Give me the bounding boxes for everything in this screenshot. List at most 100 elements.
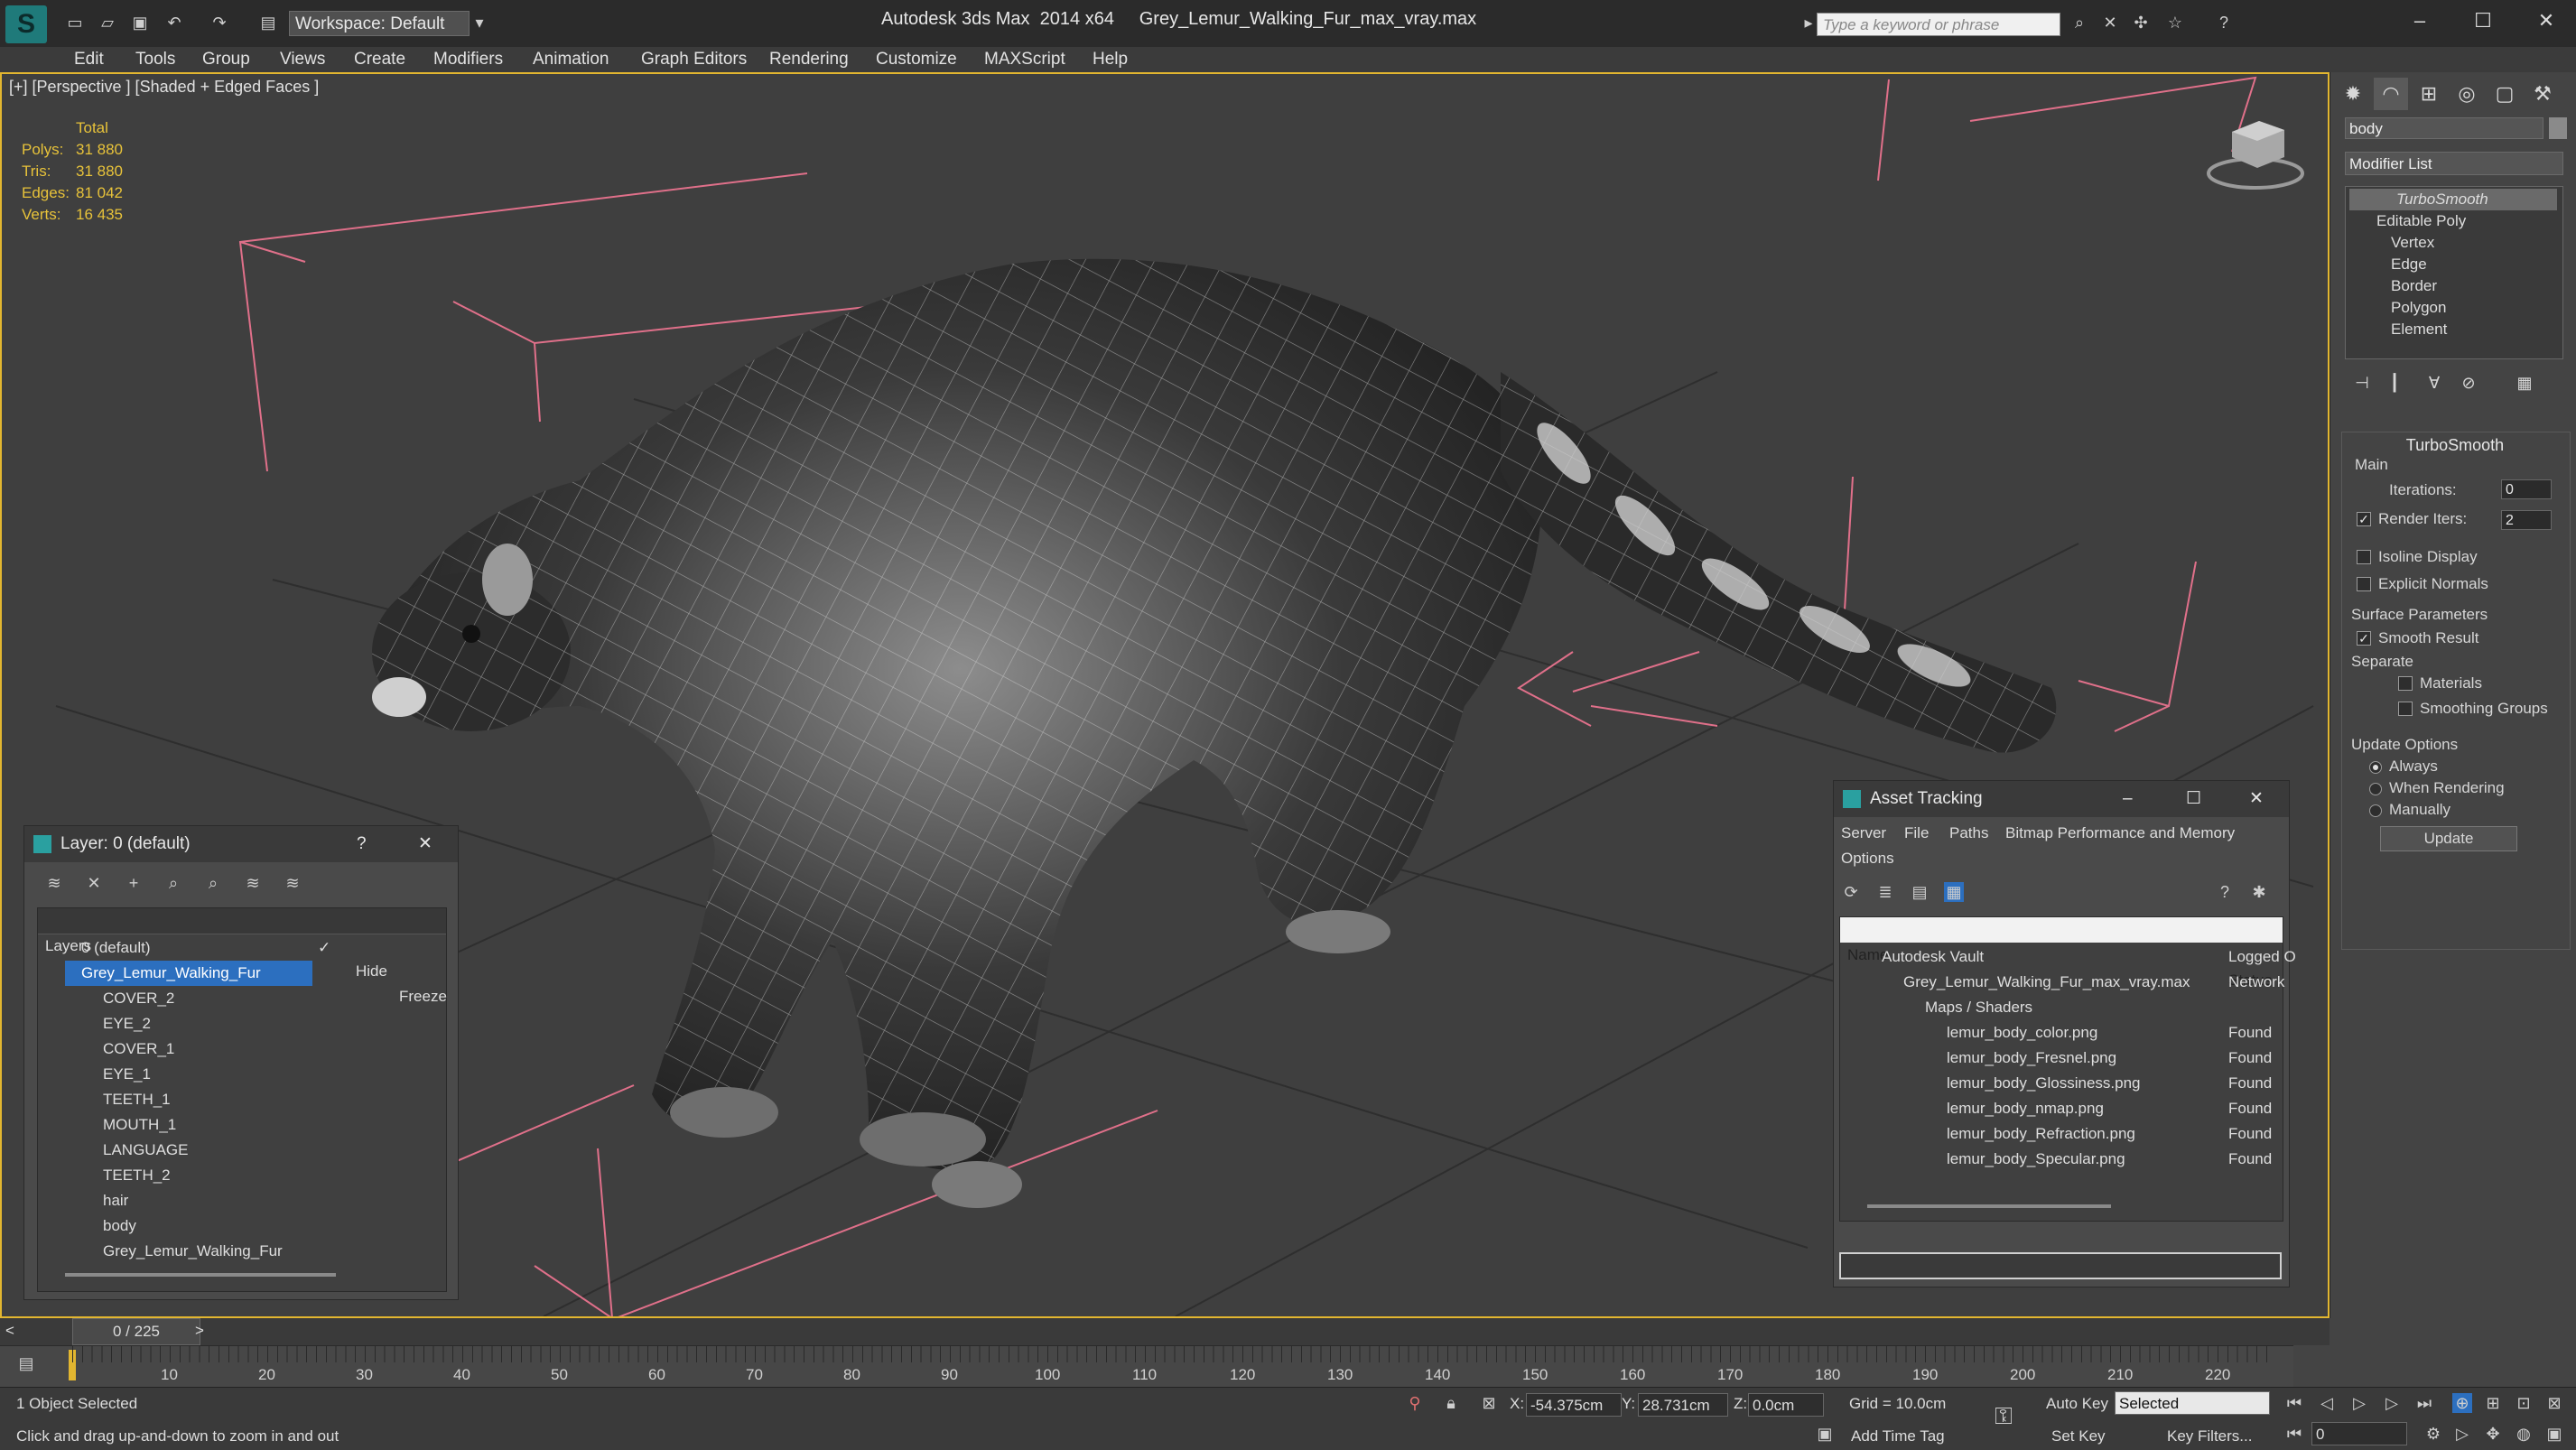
go-to-end-icon[interactable]: ⏭ [2414, 1393, 2434, 1413]
object-color-swatch[interactable] [2549, 117, 2567, 139]
minimize-icon[interactable]: – [2123, 781, 2133, 817]
menu-group[interactable]: Group [202, 47, 250, 72]
field-of-view-icon[interactable]: ▷ [2452, 1424, 2472, 1444]
layer-row[interactable]: EYE_2 [38, 1011, 446, 1036]
menu-animation[interactable]: Animation [533, 47, 609, 72]
iterations-spinner[interactable]: 0 [2501, 479, 2552, 499]
menu-tools[interactable]: Tools [135, 47, 175, 72]
menu-modifiers[interactable]: Modifiers [433, 47, 503, 72]
app-logo-icon[interactable]: S [5, 5, 47, 43]
y-coordinate-field[interactable]: 28.731cm [1638, 1393, 1728, 1417]
hierarchy-tab-icon[interactable]: ⊞ [2412, 78, 2446, 110]
mini-curve-editor-icon[interactable]: ▤ [16, 1353, 36, 1373]
zoom-all-icon[interactable]: ⊞ [2483, 1393, 2503, 1413]
modifier-stack[interactable]: TurboSmooth Editable Poly Vertex Edge Bo… [2345, 186, 2563, 359]
open-file-icon[interactable]: ▱ [98, 13, 117, 33]
display-tab-icon[interactable]: ▢ [2488, 78, 2522, 110]
zoom-extents-all-icon[interactable]: ⊠ [2544, 1393, 2564, 1413]
asset-row[interactable]: lemur_body_Glossiness.png Found [1840, 1071, 2283, 1096]
asset-row[interactable]: lemur_body_color.png Found [1840, 1020, 2283, 1046]
asset-row[interactable]: lemur_body_Fresnel.png Found [1840, 1046, 2283, 1071]
asset-menu-options[interactable]: Options [1841, 850, 1894, 868]
project-folder-icon[interactable]: ▤ [258, 13, 278, 33]
isolate-selection-icon[interactable]: ⚲ [1405, 1393, 1425, 1413]
close-icon[interactable]: ✕ [418, 826, 432, 862]
materials-checkbox[interactable] [2398, 676, 2413, 691]
time-slider[interactable]: < 0 / 225 > [0, 1318, 2330, 1345]
time-configuration-icon[interactable]: ⚙ [2423, 1424, 2443, 1444]
remove-modifier-icon[interactable]: ⊘ [2451, 367, 2486, 399]
smooth-result-checkbox[interactable]: ✓ [2357, 631, 2371, 646]
zoom-icon[interactable]: ⊕ [2452, 1393, 2472, 1413]
key-filters-button[interactable]: Key Filters... [2167, 1427, 2252, 1445]
stack-item-editable-poly[interactable]: Editable Poly [2349, 210, 2557, 232]
stack-item-vertex[interactable]: Vertex [2349, 232, 2557, 254]
isoline-display-checkbox[interactable] [2357, 550, 2371, 564]
view-cube[interactable] [2207, 121, 2304, 190]
play-icon[interactable]: ▷ [2349, 1393, 2369, 1413]
asset-path-field[interactable] [1839, 1252, 2282, 1279]
tree-view-icon[interactable]: ▤ [1910, 882, 1930, 902]
new-file-icon[interactable]: ▭ [65, 13, 85, 33]
key-mode-icon[interactable]: ⏮ [2284, 1424, 2304, 1444]
stack-item-element[interactable]: Element [2349, 319, 2557, 340]
menu-help[interactable]: Help [1093, 47, 1128, 72]
asset-row[interactable]: lemur_body_Specular.png Found [1840, 1147, 2283, 1172]
layer-row[interactable]: hair [38, 1188, 446, 1213]
chevron-down-icon[interactable]: ▾ [470, 13, 489, 33]
create-tab-icon[interactable]: ✹ [2336, 78, 2370, 110]
redo-icon[interactable]: ↷ [209, 13, 229, 33]
menu-rendering[interactable]: Rendering [769, 47, 849, 72]
go-to-start-icon[interactable]: ⏮ [2284, 1393, 2304, 1413]
help-icon[interactable]: ? [2214, 13, 2234, 33]
lemur-model[interactable] [372, 258, 2057, 1208]
layer-row[interactable]: 0 (default) ✓ [38, 935, 446, 961]
add-to-layer-icon[interactable]: + [124, 873, 144, 893]
absolute-mode-icon[interactable]: ⊠ [1479, 1393, 1499, 1413]
pin-stack-icon[interactable]: ⊣ [2345, 367, 2379, 399]
manually-radio[interactable] [2369, 804, 2382, 817]
always-radio[interactable] [2369, 761, 2382, 774]
set-key-button[interactable]: Set Key [2051, 1427, 2106, 1445]
time-prev-icon[interactable]: < [5, 1322, 14, 1340]
binoculars-icon[interactable]: ⌕ [2069, 13, 2089, 33]
asset-menu-server[interactable]: Server [1841, 824, 1886, 842]
search-input[interactable]: Type a keyword or phrase [1817, 13, 2060, 36]
asset-row[interactable]: Maps / Shaders [1840, 995, 2283, 1020]
layer-row[interactable]: Grey_Lemur_Walking_Fur [38, 1239, 446, 1264]
layer-row[interactable]: TEETH_1 [38, 1087, 446, 1112]
z-coordinate-field[interactable]: 0.0cm [1748, 1393, 1824, 1417]
render-iters-checkbox[interactable]: ✓ [2357, 512, 2371, 526]
utilities-tab-icon[interactable]: ⚒ [2525, 78, 2560, 110]
menu-edit[interactable]: Edit [74, 47, 104, 72]
layer-row[interactable]: Grey_Lemur_Walking_Fur [38, 961, 446, 986]
layer-row[interactable]: TEETH_2 [38, 1163, 446, 1188]
maximize-icon[interactable]: ☐ [2186, 781, 2201, 817]
layer-list[interactable]: Layers Hide Freeze 0 (default) ✓ Grey_Lem… [37, 907, 447, 1292]
stack-item-polygon[interactable]: Polygon [2349, 297, 2557, 319]
highlight-layer-icon[interactable]: ⌕ [203, 873, 223, 893]
close-icon[interactable]: ✕ [2249, 781, 2264, 817]
add-time-tag[interactable]: Add Time Tag [1851, 1427, 1945, 1445]
asset-menu-paths[interactable]: Paths [1949, 824, 1988, 842]
asset-row[interactable]: lemur_body_nmap.png Found [1840, 1096, 2283, 1121]
asset-row[interactable]: Autodesk Vault Logged O [1840, 944, 2296, 970]
update-button[interactable]: Update [2380, 826, 2517, 851]
x-coordinate-field[interactable]: -54.375cm [1526, 1393, 1622, 1417]
menu-views[interactable]: Views [280, 47, 325, 72]
refresh-icon[interactable]: ⟳ [1841, 882, 1861, 902]
rollout-title[interactable]: TurboSmooth [2342, 436, 2568, 455]
current-frame-field[interactable]: 0 [2311, 1422, 2407, 1445]
maximize-icon[interactable]: ☐ [2456, 7, 2510, 34]
next-frame-icon[interactable]: ▷ [2382, 1393, 2402, 1413]
track-bar[interactable]: ▤ 10 20 30 40 50 60 70 80 90 100 110 120… [0, 1345, 2293, 1388]
key-mode-dropdown[interactable]: Selected [2115, 1391, 2270, 1415]
horizontal-scrollbar[interactable] [1867, 1204, 2111, 1208]
maximize-viewport-icon[interactable]: ▣ [2544, 1424, 2564, 1444]
configure-sets-icon[interactable]: ▦ [2507, 367, 2542, 399]
hide-all-icon[interactable]: ≋ [243, 873, 263, 893]
make-unique-icon[interactable]: ∀ [2417, 367, 2451, 399]
asset-row[interactable]: Grey_Lemur_Walking_Fur_max_vray.max Netwo… [1840, 970, 2284, 995]
close-icon[interactable]: ✕ [2519, 7, 2573, 34]
smoothing-groups-checkbox[interactable] [2398, 702, 2413, 716]
